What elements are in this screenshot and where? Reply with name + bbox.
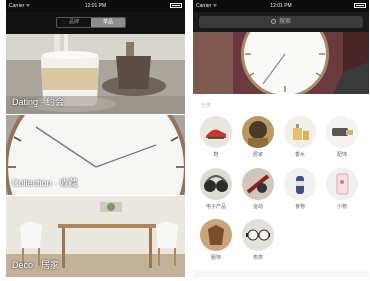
home-decor-icon (242, 116, 274, 148)
search-placeholder: 搜索 (278, 19, 291, 25)
grid-item-sports[interactable]: 运动 (239, 168, 277, 210)
nav-bar: 品牌 单品 (6, 12, 185, 34)
grid-item-label: 小物 (336, 204, 347, 210)
grid-item-watches[interactable]: 表类 (239, 219, 277, 261)
battery-icon (354, 3, 366, 8)
segmented-control: 品牌 单品 (56, 17, 126, 28)
grid-item-label: 运动 (252, 204, 263, 210)
segment-brand[interactable]: 品牌 (57, 18, 91, 27)
grid-item-label: 居家 (252, 152, 263, 158)
category-card-dating[interactable]: Dating · 约会 (6, 34, 185, 114)
grid-item-accessories[interactable]: 配饰 (323, 116, 361, 158)
phone-screen-items: Carrier ᯤ 12:01 PM 搜索 分类 鞋 居家 香水 配饰 电子产品… (193, 0, 369, 277)
category-label: Dating · 约会 (12, 97, 65, 107)
grid-item-perfume[interactable]: 香水 (281, 116, 319, 158)
battery-icon (170, 3, 182, 8)
shoes-icon (200, 116, 232, 148)
grid-item-label: 鞋 (213, 152, 219, 158)
grid-item-label: 服饰 (210, 255, 221, 261)
category-card-deco[interactable]: Deco · 居家 (6, 196, 185, 277)
clothing-icon (200, 219, 232, 251)
grid-item-label: 食物 (294, 204, 305, 210)
search-input[interactable]: 搜索 (199, 16, 363, 28)
electronics-icon (200, 168, 232, 200)
bottom-bar (193, 271, 369, 277)
watches-icon (242, 219, 274, 251)
grid-item-label: 电子产品 (205, 204, 226, 210)
grid-item-label: 表类 (252, 255, 263, 261)
accessories-icon (326, 116, 358, 148)
clock: 12:01 PM (270, 3, 292, 9)
grid-item-electronics[interactable]: 电子产品 (197, 168, 235, 210)
grid-item-small-items[interactable]: 小物 (323, 168, 361, 210)
segment-item[interactable]: 单品 (91, 18, 125, 27)
status-bar: Carrier ᯤ 12:01 PM (193, 0, 369, 12)
grid-item-food[interactable]: 食物 (281, 168, 319, 210)
grid-item-shoes[interactable]: 鞋 (197, 116, 235, 158)
grid-item-label: 香水 (294, 152, 305, 158)
watch-banner-photo (193, 32, 369, 94)
grid-item-clothing[interactable]: 服饰 (197, 219, 235, 261)
section-title: 分类 (201, 103, 212, 109)
grid-item-label: 配饰 (336, 152, 347, 158)
small-items-icon (326, 168, 358, 200)
category-label: Collection · 收藏 (12, 178, 78, 188)
phone-screen-brands: Carrier ᯤ 12:01 PM 品牌 单品 Dating · 约会 Col… (6, 0, 185, 277)
featured-banner[interactable] (193, 32, 369, 94)
status-bar: Carrier ᯤ 12:01 PM (6, 0, 185, 12)
search-bar-container: 搜索 (193, 12, 369, 32)
category-card-collection[interactable]: Collection · 收藏 (6, 115, 185, 195)
perfume-icon (284, 116, 316, 148)
category-label: Deco · 居家 (12, 260, 60, 270)
sports-icon (242, 168, 274, 200)
clock: 12:01 PM (84, 3, 107, 9)
search-icon (270, 19, 276, 24)
grid-item-home[interactable]: 居家 (239, 116, 277, 158)
food-icon (284, 168, 316, 200)
